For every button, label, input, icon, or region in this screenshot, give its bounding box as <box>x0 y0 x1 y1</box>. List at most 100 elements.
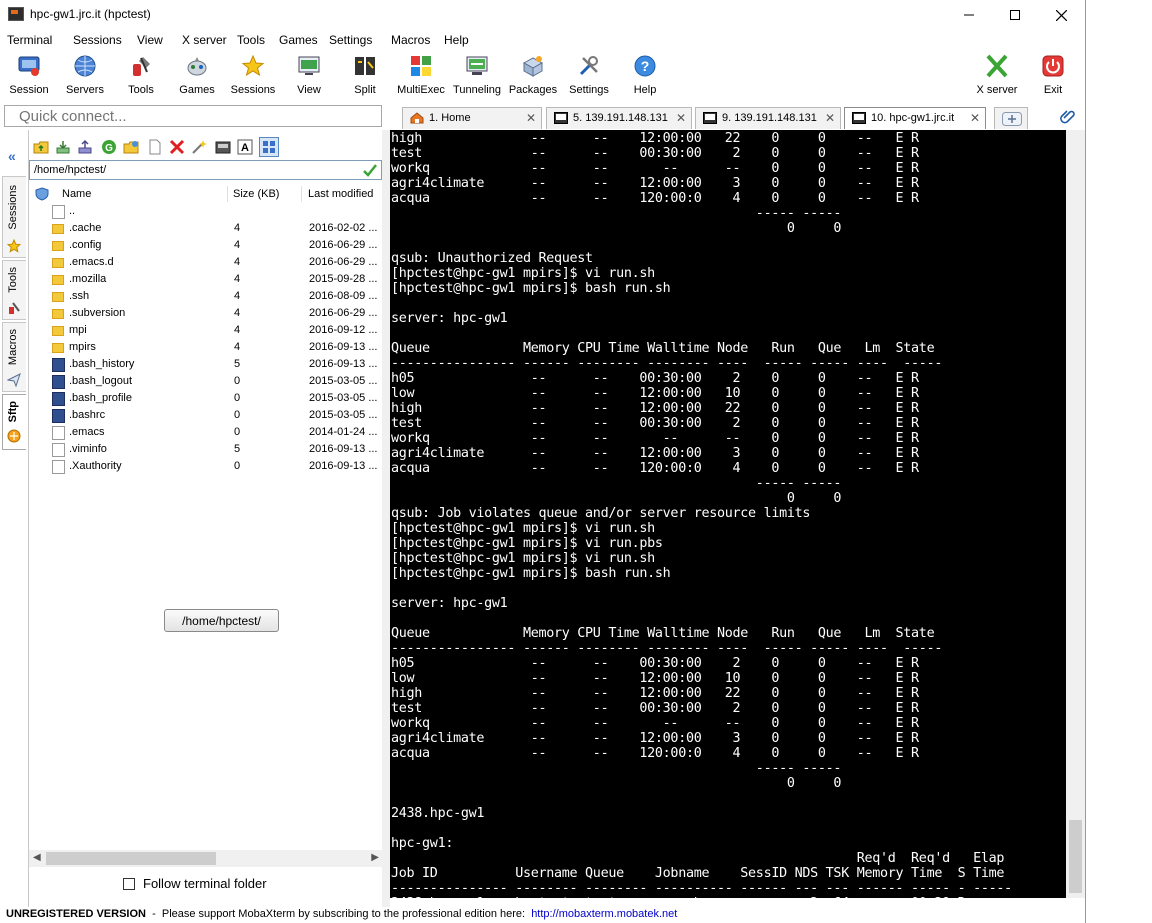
new-tab-button[interactable] <box>994 107 1028 129</box>
scroll-right-icon[interactable]: ▶ <box>371 852 379 863</box>
file-name: .bash_logout <box>69 375 132 387</box>
file-row[interactable]: .emacs 0 2014-01-24 ... <box>29 425 383 442</box>
follow-terminal-checkbox[interactable] <box>123 878 135 890</box>
sessions-button[interactable]: Sessions <box>225 52 281 100</box>
column-modified[interactable]: Last modified <box>308 188 373 200</box>
split-button[interactable]: Split <box>337 52 393 100</box>
maximize-button[interactable] <box>992 0 1038 30</box>
file-row[interactable]: .bash_profile 0 2015-03-05 ... <box>29 391 383 408</box>
side-tab-sftp[interactable]: Sftp <box>2 394 26 450</box>
terminal-line: agri4climate -- -- 12:00:00 3 0 0 -- E R <box>391 731 919 746</box>
side-tab-tools[interactable]: Tools <box>2 260 26 320</box>
svg-text:?: ? <box>641 58 650 74</box>
upload-icon[interactable] <box>77 139 93 155</box>
exit-button[interactable]: Exit <box>1025 52 1081 100</box>
tunneling-button[interactable]: Tunneling <box>449 52 505 100</box>
servers-button[interactable]: Servers <box>57 52 113 100</box>
menu-games[interactable]: Games <box>279 33 318 47</box>
menu-help[interactable]: Help <box>444 33 469 47</box>
tab-session-5[interactable]: 5. 139.191.148.131 ✕ <box>546 107 692 129</box>
terminal-line: --------------- -------- -------- ------… <box>391 881 1012 896</box>
new-file-icon[interactable] <box>147 139 163 155</box>
view-button[interactable]: View <box>281 52 337 100</box>
quick-connect-input[interactable] <box>4 105 382 127</box>
terminal-folder-icon[interactable] <box>215 139 231 155</box>
tab-session-10[interactable]: 10. hpc-gw1.jrc.it ✕ <box>844 107 986 129</box>
file-row[interactable]: mpi 4 2016-09-12 ... <box>29 323 383 340</box>
close-icon[interactable]: ✕ <box>825 111 835 125</box>
tab-home[interactable]: 1. Home ✕ <box>402 107 542 129</box>
file-row[interactable]: .bashrc 0 2015-03-05 ... <box>29 408 383 425</box>
home-folder-button[interactable]: /home/hpctest/ <box>164 609 279 632</box>
side-tab-sessions[interactable]: Sessions <box>2 176 26 258</box>
file-row[interactable]: .emacs.d 4 2016-06-29 ... <box>29 255 383 272</box>
file-row[interactable]: .cache 4 2016-02-02 ... <box>29 221 383 238</box>
folder-icon <box>52 309 64 319</box>
new-folder-icon[interactable] <box>123 139 139 155</box>
list-view-icon[interactable] <box>259 137 279 157</box>
menu-sessions[interactable]: Sessions <box>73 33 122 47</box>
side-tab-macros[interactable]: Macros <box>2 322 26 392</box>
menu-tools[interactable]: Tools <box>237 33 265 47</box>
menu-macros[interactable]: Macros <box>391 33 430 47</box>
column-size[interactable]: Size (KB) <box>233 188 279 200</box>
file-row[interactable]: .viminfo 5 2016-09-13 ... <box>29 442 383 459</box>
terminal-line: agri4climate -- -- 12:00:00 3 0 0 -- E R <box>391 176 919 191</box>
close-button[interactable] <box>1038 0 1084 30</box>
help-button[interactable]: ? Help <box>617 52 673 100</box>
download-icon[interactable] <box>55 139 71 155</box>
terminal-icon <box>554 112 568 124</box>
panel-splitter[interactable] <box>382 130 390 910</box>
delete-icon[interactable] <box>169 139 185 155</box>
close-icon[interactable]: ✕ <box>676 111 686 125</box>
session-button[interactable]: Session <box>1 52 57 100</box>
file-row[interactable]: .bash_history 5 2016-09-13 ... <box>29 357 383 374</box>
terminal-view[interactable]: high -- -- 12:00:00 22 0 0 -- E Rtest --… <box>390 130 1066 898</box>
multiexec-button[interactable]: MultiExec <box>393 52 449 100</box>
scrollbar-thumb[interactable] <box>46 852 216 865</box>
tab-session-9[interactable]: 9. 139.191.148.131 ✕ <box>695 107 841 129</box>
refresh-icon[interactable]: G <box>101 139 117 155</box>
file-row[interactable]: .. <box>29 204 383 221</box>
menu-x-server[interactable]: X server <box>182 33 227 47</box>
horizontal-scrollbar[interactable]: ◀ ▶ <box>29 850 383 867</box>
parent-folder-icon[interactable] <box>33 139 49 155</box>
terminal-line: test -- -- 00:30:00 2 0 0 -- E R <box>391 146 919 161</box>
collapse-panel-icon[interactable]: « <box>8 148 16 164</box>
tools-button[interactable]: Tools <box>113 52 169 100</box>
close-icon[interactable]: ✕ <box>970 111 980 125</box>
folder-icon <box>52 224 64 234</box>
menu-settings[interactable]: Settings <box>329 33 372 47</box>
scrollbar-thumb[interactable] <box>1069 820 1082 893</box>
scroll-left-icon[interactable]: ◀ <box>33 852 41 863</box>
checkmark-icon[interactable] <box>362 162 378 178</box>
attachment-icon[interactable] <box>1060 109 1076 125</box>
file-row[interactable]: .ssh 4 2016-08-09 ... <box>29 289 383 306</box>
file-row[interactable]: .config 4 2016-06-29 ... <box>29 238 383 255</box>
menu-view[interactable]: View <box>137 33 163 47</box>
x-server-button[interactable]: X server <box>969 52 1025 100</box>
title-bar: hpc-gw1.jrc.it (hpctest) <box>0 0 1085 30</box>
sftp-path-input[interactable]: /home/hpctest/ <box>29 160 382 180</box>
session-icon <box>18 56 40 76</box>
wand-icon[interactable] <box>191 139 207 155</box>
file-row[interactable]: .Xauthority 0 2016-09-13 ... <box>29 459 383 476</box>
file-name: .emacs <box>69 426 105 438</box>
minimize-button[interactable] <box>946 0 992 30</box>
minimize-icon <box>964 14 974 16</box>
file-row[interactable]: .subversion 4 2016-06-29 ... <box>29 306 383 323</box>
text-mode-icon[interactable]: A <box>237 139 253 155</box>
games-button[interactable]: Games <box>169 52 225 100</box>
column-name[interactable]: Name <box>62 188 91 200</box>
mobaxterm-link[interactable]: http://mobaxterm.mobatek.net <box>531 908 677 920</box>
settings-button[interactable]: Settings <box>561 52 617 100</box>
file-row[interactable]: .mozilla 4 2015-09-28 ... <box>29 272 383 289</box>
file-row[interactable]: .bash_logout 0 2015-03-05 ... <box>29 374 383 391</box>
menu-terminal[interactable]: Terminal <box>7 33 52 47</box>
packages-button[interactable]: Packages <box>505 52 561 100</box>
file-row[interactable]: mpirs 4 2016-09-13 ... <box>29 340 383 357</box>
close-icon[interactable]: ✕ <box>526 111 536 125</box>
file-modified: 2016-09-13 ... <box>309 443 378 455</box>
terminal-scrollbar[interactable] <box>1066 130 1085 898</box>
